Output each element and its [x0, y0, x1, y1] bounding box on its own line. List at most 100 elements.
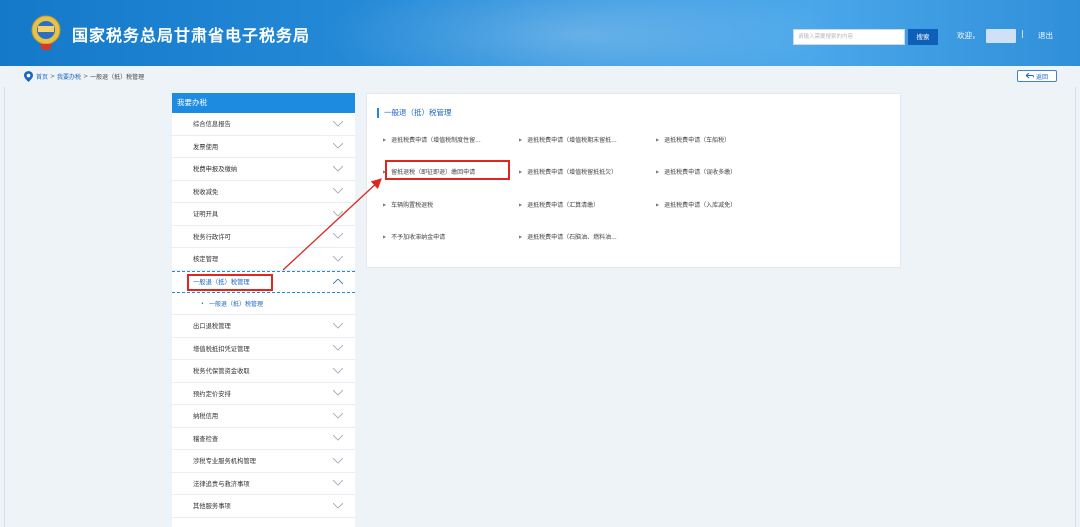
sidebar-item-invoice[interactable]: 发票使用: [172, 136, 355, 158]
sidebar-item-label: 税务代保管资金收取: [193, 368, 250, 376]
sidebar-item-report[interactable]: 综合信息报告: [172, 113, 355, 136]
chevron-down-icon: [333, 188, 343, 194]
tax-emblem-icon: [31, 15, 61, 50]
chevron-down-icon: [333, 210, 343, 217]
link-label: 退抵税费申请（入库减免）: [664, 202, 737, 209]
sidebar-item-agency[interactable]: 涉税专业服务机构管理: [172, 450, 355, 473]
sidebar-item-label: 证明开具: [193, 211, 219, 219]
link-item[interactable]: ▶ 退抵税费申请（入库减免）: [656, 200, 736, 209]
search-input[interactable]: 请输入需要搜索的内容: [793, 29, 905, 45]
back-button[interactable]: 返回: [1017, 70, 1057, 82]
chevron-down-icon: [333, 457, 343, 464]
sidebar-item-refund[interactable]: 一般退（抵）税管理: [172, 270, 355, 293]
sidebar-subitem-label: 一般退（抵）税管理: [208, 301, 263, 308]
breadcrumb-current: 一般退（抵）税管理: [90, 73, 145, 81]
sidebar-item-label: 出口退税管理: [193, 323, 231, 331]
logout-link[interactable]: 退出: [1038, 30, 1053, 41]
sidebar-item-permit[interactable]: 税务行政许可: [172, 226, 355, 248]
chevron-down-icon: [333, 390, 343, 396]
sidebar-item-label: 核定管理: [193, 256, 219, 264]
breadcrumb-separator: >: [50, 72, 56, 80]
sidebar-item-label: 其他服务事项: [193, 503, 231, 511]
bullet-icon: ▶: [383, 137, 387, 142]
bullet-icon: ▶: [519, 169, 523, 174]
chevron-down-icon: [333, 322, 343, 329]
panel-title-text: 一般退（抵）税管理: [384, 108, 452, 117]
link-item[interactable]: ▶ 退抵税费申请（误收多缴）: [656, 167, 736, 176]
link-item[interactable]: ▶ 退抵税费申请（增值税留抵抵欠）: [519, 167, 617, 176]
breadcrumb: 首页 > 我要办税 > 一般退（抵）税管理: [24, 70, 144, 82]
welcome-text: 欢迎，: [957, 31, 980, 40]
chevron-down-icon: [333, 412, 343, 419]
bullet-icon: •: [201, 300, 204, 307]
sidebar-item-pricing[interactable]: 预约定价安排: [172, 383, 355, 405]
site-title: 国家税务总局甘肃省电子税务局: [72, 26, 311, 45]
bullet-icon: ▶: [383, 202, 387, 207]
username-mask: [986, 29, 1016, 43]
link-item[interactable]: ▶ 不予加收滞纳金申请: [383, 232, 445, 241]
sidebar-item-label: 纳税信用: [193, 413, 219, 421]
link-item[interactable]: ▶ 车辆购置税退税: [383, 200, 433, 209]
header-glow: [320, 0, 840, 66]
sidebar-item-label: 综合信息报告: [193, 121, 231, 129]
sidebar-item-label: 涉税专业服务机构管理: [193, 458, 256, 466]
link-item[interactable]: ▶ 退抵税费申请（增值税期末留抵...: [519, 135, 617, 144]
bullet-icon: ▶: [656, 137, 660, 142]
chevron-down-icon: [333, 502, 343, 509]
sidebar-item-credit[interactable]: 纳税信用: [172, 405, 355, 428]
chevron-down-icon: [333, 165, 343, 172]
link-label: 退抵税费申请（增值税留抵抵欠）: [527, 169, 618, 176]
sidebar-title: 我要办税: [172, 93, 355, 113]
chevron-down-icon: [333, 435, 343, 441]
link-label: 退抵税费申请（增值税制度性留...: [391, 137, 481, 144]
chevron-down-icon: [333, 367, 343, 374]
chevron-down-icon: [333, 480, 343, 486]
sidebar-item-custody-funds[interactable]: 税务代保管资金收取: [172, 360, 355, 383]
breadcrumb-tax-service[interactable]: 我要办税: [57, 72, 81, 81]
back-label: 返回: [1035, 73, 1048, 81]
chevron-down-icon: [333, 143, 343, 149]
sidebar-item-label: 法律追责与救济事项: [193, 480, 250, 488]
sidebar-item-reduction[interactable]: 税收减免: [172, 181, 355, 203]
breadcrumb-home[interactable]: 首页: [36, 72, 48, 81]
link-item[interactable]: ▶ 退抵税费申请（车船税）: [656, 135, 730, 144]
sidebar-item-label: 税收减免: [193, 188, 219, 196]
link-label: 不予加收滞纳金申请: [391, 234, 446, 241]
sidebar-item-label: 增值税抵扣凭证管理: [193, 345, 250, 353]
search-button[interactable]: 搜索: [908, 29, 938, 45]
sidebar-item-label: 税务行政许可: [193, 233, 231, 241]
sidebar-item-certificate[interactable]: 证明开具: [172, 203, 355, 226]
sidebar-item-legal[interactable]: 法律追责与救济事项: [172, 473, 355, 495]
content-panel: 一般退（抵）税管理 ▶ 退抵税费申请（增值税制度性留... ▶ 退抵税费申请（增值税…: [366, 93, 901, 268]
link-label: 退抵税费申请（车船税）: [664, 137, 731, 144]
link-label: 退抵税费申请（增值税期末留抵...: [527, 137, 617, 144]
link-item[interactable]: ▶ 退抵税费申请（石脑油、燃料油...: [519, 232, 617, 241]
sidebar-item-label: 税费申报及缴纳: [193, 166, 238, 174]
link-label: 退抵税费申请（汇算清缴）: [527, 202, 600, 209]
sidebar: 我要办税 综合信息报告 发票使用 税费申报及缴纳 税收减免 证明开具 税务行政许…: [172, 93, 355, 527]
link-item[interactable]: ▶ 退抵税费申请（汇算清缴）: [519, 200, 599, 209]
breadcrumb-separator: >: [83, 72, 89, 80]
sidebar-item-vat-deduction[interactable]: 增值税抵扣凭证管理: [172, 338, 355, 360]
title-accent-bar: [377, 107, 379, 118]
sidebar-item-assessment[interactable]: 核定管理: [172, 248, 355, 271]
sidebar-item-export-refund[interactable]: 出口退税管理: [172, 315, 355, 338]
sidebar-subitem-refund[interactable]: • 一般退（抵）税管理: [172, 293, 355, 315]
chevron-up-icon: [333, 278, 343, 285]
bullet-icon: ▶: [519, 202, 523, 207]
bullet-icon: ▶: [383, 234, 387, 239]
sidebar-item-other[interactable]: 其他服务事项: [172, 495, 355, 518]
panel-title: 一般退（抵）税管理: [377, 107, 452, 118]
sidebar-item-declare[interactable]: 税费申报及缴纳: [172, 158, 355, 181]
sidebar-item-label: 发票使用: [193, 143, 219, 151]
link-label: 退抵税费申请（误收多缴）: [664, 169, 737, 176]
chevron-down-icon: [333, 120, 343, 127]
sidebar-item-inspection[interactable]: 稽查检查: [172, 428, 355, 450]
bullet-icon: ▶: [656, 202, 660, 207]
chevron-down-icon: [333, 233, 343, 239]
link-label: 车辆购置税退税: [391, 202, 434, 209]
highlight-box: [187, 273, 273, 291]
link-item[interactable]: ▶ 退抵税费申请（增值税制度性留...: [383, 135, 481, 144]
link-label: 退抵税费申请（石脑油、燃料油...: [527, 234, 617, 241]
back-arrow-icon: [1025, 73, 1034, 79]
